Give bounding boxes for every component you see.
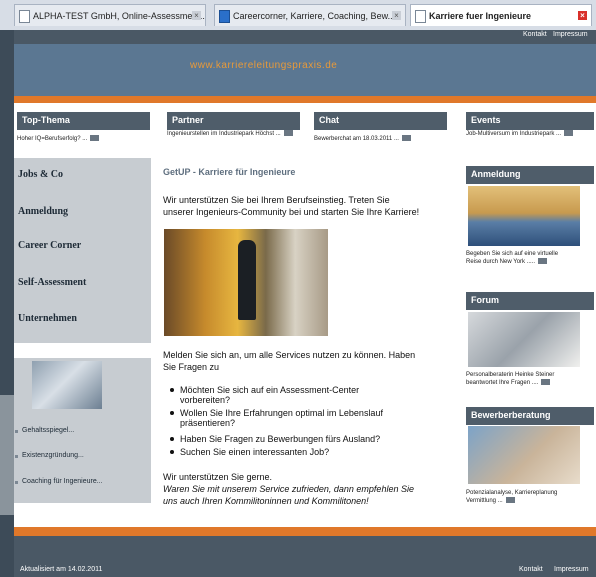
section-partner-title: Partner [167,112,300,130]
bullet-item: Wollen Sie Ihre Erfahrungen optimal im L… [170,408,383,428]
section-anmeldung-title: Anmeldung [466,166,594,184]
header-link-kontakt[interactable]: Kontakt [523,31,547,38]
close-icon[interactable]: × [192,11,201,20]
page-icon [415,10,426,23]
arrow-icon[interactable] [564,130,574,137]
section-top-thema-title: Top-Thema [17,112,150,130]
nav-item-jobs[interactable]: Jobs & Co [18,169,63,180]
browser-tab[interactable]: ALPHA-TEST GmbH, Online-Assessment... × [14,4,206,26]
writing-hand-image [32,361,102,409]
left-link-coaching[interactable]: Coaching für Ingenieure... [15,478,103,485]
tab-label: Karriere fuer Ingenieure [429,11,532,21]
tab-label: ALPHA-TEST GmbH, Online-Assessment... [33,11,206,21]
teaser-anmeldung[interactable]: Begeben Sie sich auf eine virtuelle Reise… [466,250,596,266]
footer-link-kontakt[interactable]: Kontakt [519,566,543,573]
arrow-icon[interactable] [541,379,551,386]
arrow-icon[interactable] [90,135,100,142]
section-bewerberberatung-title: Bewerberberatung [466,407,594,425]
signup-text: Melden Sie sich an, um alle Services nut… [163,350,416,360]
teaser-chat[interactable]: Bewerberchat am 18.03.2011 ... [314,135,449,143]
accent-stripe [14,527,596,536]
new-york-image[interactable] [468,186,580,246]
browser-tab[interactable]: Careercorner, Karriere, Coaching, Bew...… [214,4,406,26]
nav-item-anmeldung[interactable]: Anmeldung [18,206,68,217]
teaser-events[interactable]: Job-Multiversum im Industriepark ... [466,130,594,138]
footer-link-impressum[interactable]: Impressum [554,566,589,573]
signup-text: Sie Fragen zu [163,362,220,372]
banner-url[interactable]: www.karriereleitungspraxis.de [190,60,337,71]
closing-text: uns auch Ihren Kommilitoninnen und Kommi… [163,496,369,506]
teaser-partner[interactable]: Ingenieurstellen im Industriepark Höchst… [167,130,302,138]
section-chat-title: Chat [314,112,447,130]
arrow-icon[interactable] [283,130,293,137]
closing-text: Wir unterstützen Sie gerne. [163,472,273,482]
bewerberberatung-image[interactable] [468,426,580,484]
bullet-item: Möchten Sie sich auf ein Assessment-Cent… [169,385,360,405]
close-icon[interactable]: × [578,11,587,20]
nav-item-self-assessment[interactable]: Self-Assessment [18,277,86,288]
teaser-bewerberberatung[interactable]: Potenzialanalyse, Karriereplanung Vermitt… [466,489,596,505]
accent-stripe [14,96,596,103]
page-icon [219,10,230,23]
left-link-gehaltsspiegel[interactable]: Gehaltsspiegel... [14,427,74,434]
closing-text: Waren Sie mit unserem Service zufrieden,… [163,484,414,494]
bullet-item: Suchen Sie einen interessanten Job? [169,447,330,457]
teaser-forum[interactable]: Personalberaterin Heinke Steiner beantwor… [466,371,596,387]
forum-image[interactable] [468,312,580,367]
page-icon [19,10,30,23]
section-forum-title: Forum [466,292,594,310]
browser-tab-bar: ALPHA-TEST GmbH, Online-Assessment... × … [0,0,596,31]
teaser-top-thema[interactable]: Hoher IQ=Berufserfolg? ... [17,135,152,143]
main-title: GetUP - Karriere für Ingenieure [163,167,296,177]
bullet-item: Haben Sie Fragen zu Bewerbungen fürs Aus… [169,434,381,444]
walking-man-figure [238,240,256,320]
tab-label: Careercorner, Karriere, Coaching, Bew... [233,11,396,21]
footer-updated: Aktualisiert am 14.02.2011 [20,566,103,573]
close-icon[interactable]: × [392,11,401,20]
window-edge [0,395,14,515]
intro-text: unserer Ingenieurs-Community bei und sta… [163,207,420,217]
arrow-icon[interactable] [401,135,411,142]
intro-text: Wir unterstützen Sie bei Ihrem Berufsein… [163,195,390,205]
section-events-title: Events [466,112,594,130]
browser-tab-active[interactable]: Karriere fuer Ingenieure × [410,4,592,26]
nav-item-career-corner[interactable]: Career Corner [18,240,81,251]
header-link-impressum[interactable]: Impressum [553,31,588,38]
footer: Aktualisiert am 14.02.2011 Kontakt Impre… [14,536,596,577]
left-link-existenzgruendung[interactable]: Existenzgründung... [15,452,84,459]
arrow-icon[interactable] [538,258,548,265]
nav-item-unternehmen[interactable]: Unternehmen [18,313,77,324]
arrow-icon[interactable] [505,497,515,504]
header-top-bar: Kontakt Impressum [14,30,596,44]
